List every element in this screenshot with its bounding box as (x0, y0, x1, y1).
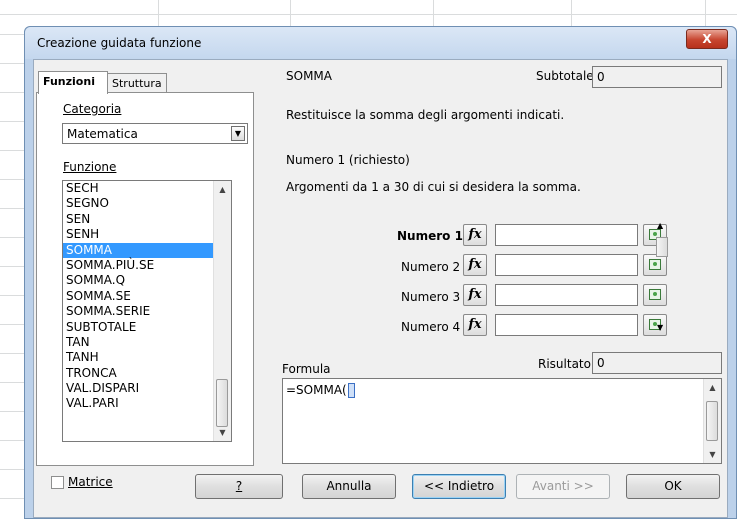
list-item[interactable]: SOMMA.SE (63, 289, 231, 304)
arg-label-2: Numero 2 (401, 260, 461, 274)
scroll-up-icon[interactable]: ▲ (704, 379, 721, 396)
back-button[interactable]: << Indietro (412, 474, 506, 499)
arg-input-3[interactable] (495, 284, 638, 306)
scroll-down-icon[interactable]: ▼ (657, 323, 663, 332)
arguments-scrollbar[interactable]: ▲ ▼ (654, 221, 671, 339)
list-item[interactable]: SENH (63, 227, 231, 242)
function-list[interactable]: SECH SEGNO SEN SENH SOMMA SOMMA.PIÙ.SE S… (62, 180, 232, 442)
list-item[interactable]: VAL.DISPARI (63, 381, 231, 396)
help-button[interactable]: ? (195, 474, 283, 499)
function-list-scrollbar[interactable]: ▲ ▼ (213, 181, 231, 441)
chevron-down-icon[interactable]: ▼ (231, 126, 245, 141)
list-item[interactable]: VAL.PARI (63, 396, 231, 411)
category-label: Categoria (63, 102, 122, 116)
function-label: Funzione (63, 160, 117, 174)
formula-editor[interactable]: =SOMMA( ▲ ▼ (282, 378, 722, 464)
list-item[interactable]: TAN (63, 335, 231, 350)
category-value: Matematica (67, 127, 138, 141)
arg-label-1: Numero 1 (397, 229, 463, 243)
scrollbar-thumb[interactable] (706, 401, 718, 441)
list-item[interactable]: SOMMA.PIÙ.SE (63, 258, 231, 273)
argument-description: Argomenti da 1 a 30 di cui si desidera l… (286, 180, 581, 194)
scroll-up-icon[interactable]: ▲ (657, 221, 663, 230)
list-item[interactable]: SEGNO (63, 196, 231, 211)
scroll-up-icon[interactable]: ▲ (214, 181, 231, 198)
cancel-button[interactable]: Annulla (302, 474, 396, 499)
list-item-selected[interactable]: SOMMA (63, 242, 231, 258)
matrix-checkbox[interactable] (51, 476, 64, 489)
next-button[interactable]: Avanti >> (516, 474, 610, 499)
matrix-label: Matrice (68, 475, 113, 489)
scrollbar-thumb[interactable] (656, 237, 668, 257)
arg-input-1[interactable] (495, 224, 638, 246)
list-item[interactable]: SECH (63, 181, 231, 196)
help-label: ? (235, 479, 243, 493)
subtotal-value: 0 (597, 70, 605, 84)
subtotal-label: Subtotale (536, 69, 594, 83)
subtotal-field: 0 (592, 66, 722, 88)
arg-input-4[interactable] (495, 314, 638, 336)
list-item[interactable]: TRONCA (63, 366, 231, 381)
result-label: Risultato (538, 357, 591, 371)
tab-funzioni[interactable]: Funzioni (38, 71, 108, 94)
formula-scrollbar[interactable]: ▲ ▼ (703, 379, 721, 463)
result-field: 0 (592, 352, 722, 374)
list-item[interactable]: TANH (63, 350, 231, 365)
fx-icon[interactable]: fx (463, 284, 487, 306)
scroll-down-icon[interactable]: ▼ (214, 424, 231, 441)
result-value: 0 (597, 356, 605, 370)
argument-title: Numero 1 (richiesto) (286, 153, 410, 167)
scroll-down-icon[interactable]: ▼ (704, 446, 721, 463)
scrollbar-thumb[interactable] (216, 379, 228, 427)
dialog-title: Creazione guidata funzione (37, 36, 202, 50)
fx-icon[interactable]: fx (463, 224, 487, 246)
fx-icon[interactable]: fx (463, 314, 487, 336)
formula-text: =SOMMA( (286, 383, 347, 397)
list-item[interactable]: SOMMA.Q (63, 273, 231, 288)
arg-input-2[interactable] (495, 254, 638, 276)
title-bar[interactable]: Creazione guidata funzione X (25, 27, 736, 59)
arg-label-3: Numero 3 (401, 290, 461, 304)
text-cursor (347, 383, 355, 398)
function-name: SOMMA (286, 69, 332, 83)
formula-label: Formula (282, 362, 331, 376)
fx-icon[interactable]: fx (463, 254, 487, 276)
list-item[interactable]: SOMMA.SERIE (63, 304, 231, 319)
function-description: Restituisce la somma degli argomenti ind… (286, 108, 565, 122)
close-button[interactable]: X (686, 29, 728, 49)
list-item[interactable]: SEN (63, 212, 231, 227)
category-select[interactable]: Matematica ▼ (62, 123, 248, 144)
tab-struttura[interactable]: Struttura (107, 73, 167, 93)
ok-button[interactable]: OK (626, 474, 720, 499)
list-item[interactable]: SUBTOTALE (63, 320, 231, 335)
arg-label-4: Numero 4 (401, 320, 461, 334)
